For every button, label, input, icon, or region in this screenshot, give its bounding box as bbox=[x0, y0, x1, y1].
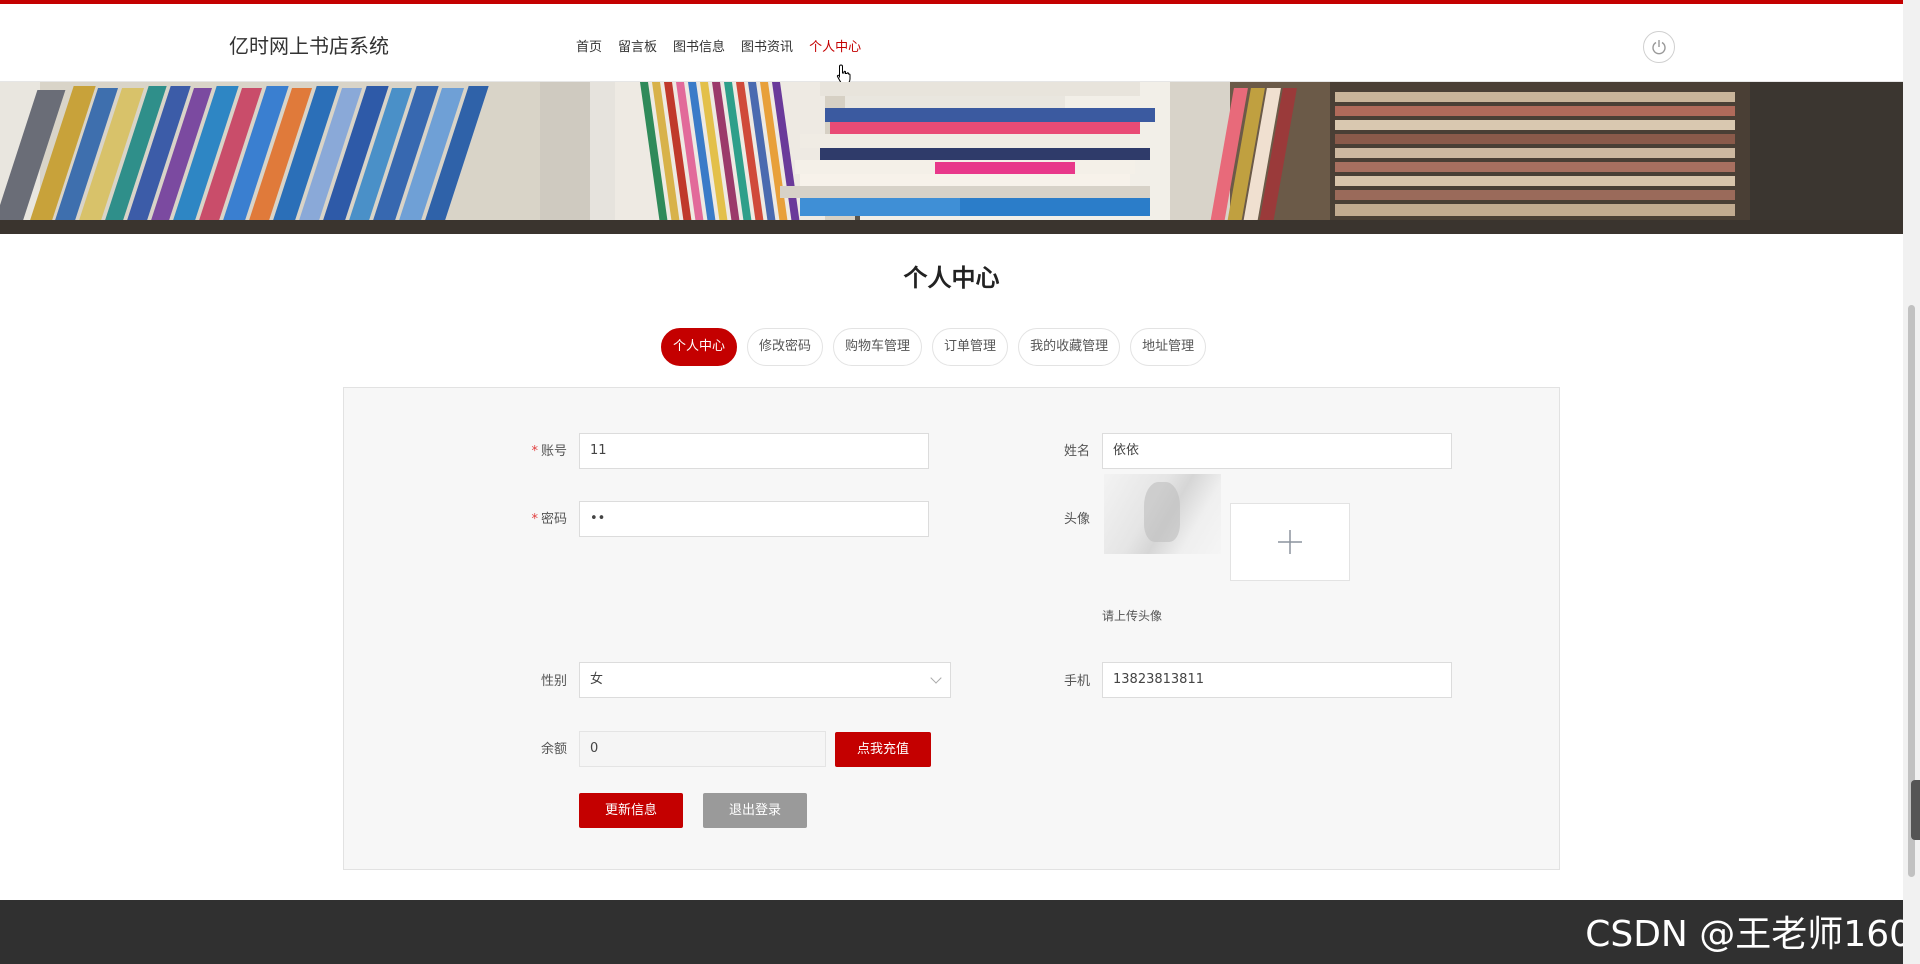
update-info-button[interactable]: 更新信息 bbox=[579, 793, 683, 828]
recharge-button[interactable]: 点我充值 bbox=[835, 732, 931, 767]
phone-label: 手机 bbox=[1063, 674, 1090, 689]
tab-orders[interactable]: 订单管理 bbox=[932, 328, 1009, 366]
header: 亿时网上书店系统 首页 留言板 图书信息 图书资讯 个人中心 bbox=[0, 4, 1903, 82]
account-label-text: 账号 bbox=[540, 444, 567, 459]
avatar-upload-button[interactable] bbox=[1230, 503, 1350, 581]
nav-item-news[interactable]: 图书资讯 bbox=[741, 36, 793, 55]
required-mark: * bbox=[531, 512, 538, 527]
name-field[interactable]: 依依 bbox=[1102, 433, 1452, 469]
phone-field[interactable]: 13823813811 bbox=[1102, 662, 1452, 698]
gender-selected-value: 女 bbox=[590, 672, 604, 687]
logout-button[interactable]: 退出登录 bbox=[703, 793, 807, 828]
avatar-label: 头像 bbox=[1063, 512, 1090, 527]
account-label: * 账号 bbox=[487, 440, 567, 459]
logout-power-button[interactable] bbox=[1643, 31, 1675, 63]
name-label: 姓名 bbox=[1063, 444, 1090, 459]
balance-field: 0 bbox=[579, 731, 826, 767]
watermark-text: CSDN @王老师160 bbox=[1585, 914, 1912, 955]
required-mark: * bbox=[531, 444, 538, 459]
chevron-down-icon bbox=[930, 672, 942, 684]
password-field[interactable]: •• bbox=[579, 501, 929, 537]
nav-item-home[interactable]: 首页 bbox=[576, 36, 602, 55]
tab-addresses[interactable]: 地址管理 bbox=[1130, 328, 1207, 366]
nav-item-profile[interactable]: 个人中心 bbox=[809, 36, 861, 55]
upload-hint: 请上传头像 bbox=[1102, 609, 1163, 623]
page: 亿时网上书店系统 首页 留言板 图书信息 图书资讯 个人中心 个人中心 个人中心… bbox=[0, 0, 1920, 964]
tab-cart[interactable]: 购物车管理 bbox=[833, 328, 923, 366]
tab-favorites[interactable]: 我的收藏管理 bbox=[1018, 328, 1121, 366]
tab-profile[interactable]: 个人中心 bbox=[661, 328, 738, 366]
power-icon bbox=[1652, 40, 1666, 55]
tab-change-password[interactable]: 修改密码 bbox=[747, 328, 824, 366]
gender-label: 性别 bbox=[540, 674, 567, 689]
password-label: * 密码 bbox=[487, 508, 567, 527]
account-field[interactable]: 11 bbox=[579, 433, 929, 469]
gender-select[interactable]: 女 bbox=[579, 662, 951, 698]
password-label-text: 密码 bbox=[540, 512, 567, 527]
nav-item-books[interactable]: 图书信息 bbox=[673, 36, 725, 55]
plus-icon bbox=[1278, 530, 1302, 554]
site-title: 亿时网上书店系统 bbox=[229, 34, 389, 58]
avatar-preview bbox=[1104, 474, 1221, 554]
balance-label: 余额 bbox=[540, 742, 567, 757]
bookshelf-illustration bbox=[0, 82, 1903, 234]
profile-tabs: 个人中心 修改密码 购物车管理 订单管理 我的收藏管理 地址管理 bbox=[661, 328, 1207, 366]
side-float-widget[interactable] bbox=[1911, 780, 1920, 840]
page-title: 个人中心 bbox=[903, 264, 1000, 292]
nav-item-messages[interactable]: 留言板 bbox=[618, 36, 657, 55]
main-nav: 首页 留言板 图书信息 图书资讯 个人中心 bbox=[576, 36, 861, 55]
bookshelf-banner bbox=[0, 82, 1903, 234]
